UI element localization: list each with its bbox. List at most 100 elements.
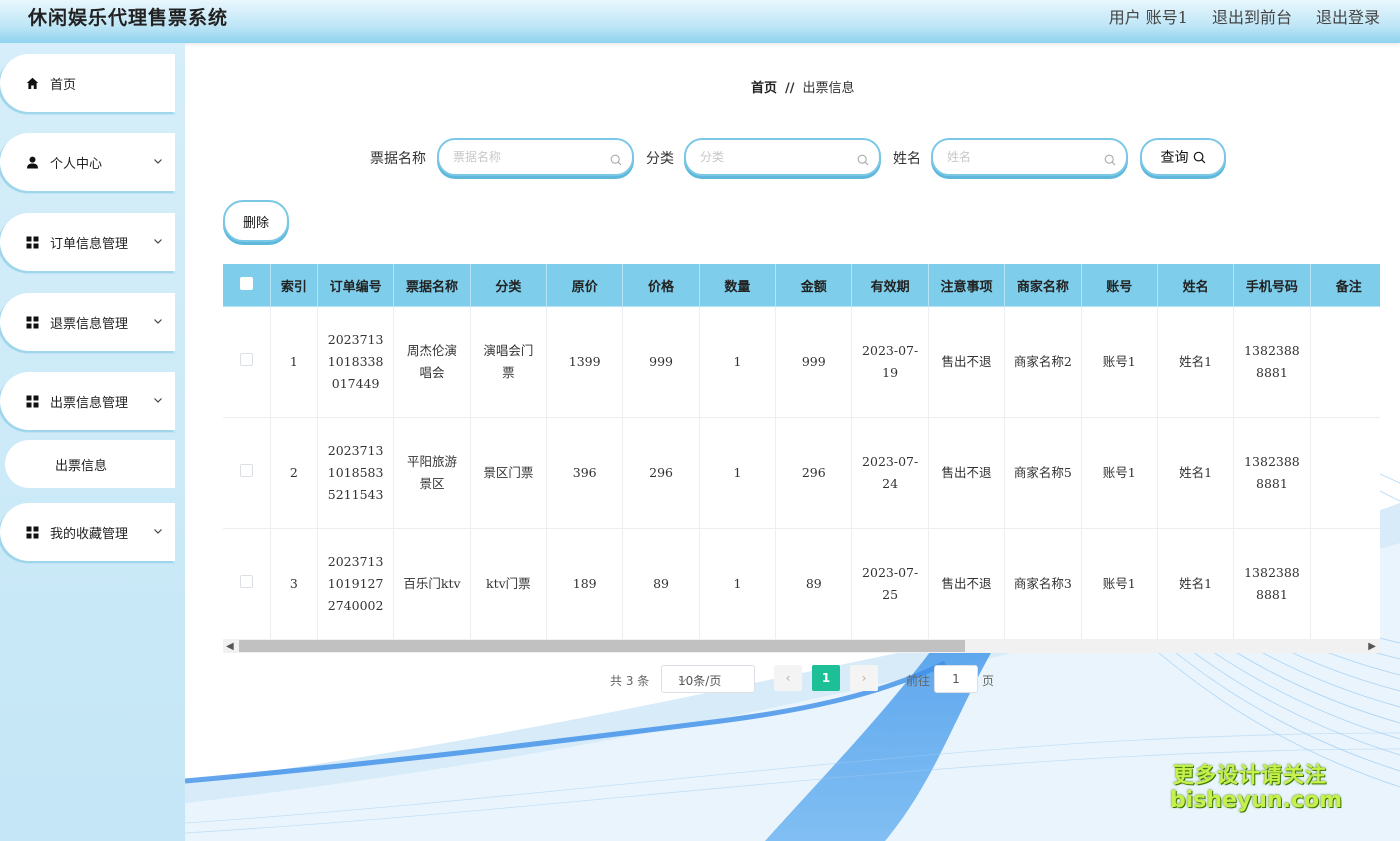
search-icon (610, 151, 622, 166)
row-select-cell[interactable] (223, 306, 271, 418)
table-cell: 平阳旅游景区 (393, 417, 471, 529)
current-user[interactable]: 用户 账号1 (1109, 4, 1188, 28)
page-size-select[interactable]: 10条/页 (661, 665, 755, 693)
category-input[interactable] (698, 149, 852, 165)
pagination-total: 共 3 条 (610, 674, 650, 688)
row-checkbox[interactable] (239, 353, 253, 366)
table-cell: 姓名1 (1157, 528, 1235, 640)
search-bar: 票据名称 分类 姓名 查询 (185, 137, 1400, 177)
scrollbar-thumb[interactable] (239, 640, 965, 652)
table-cell: 商家名称2 (1004, 306, 1082, 418)
table-cell: 姓名1 (1157, 417, 1235, 529)
table-cell: 周杰伦演唱会 (393, 306, 471, 418)
scroll-right-icon[interactable]: ▶ (1368, 641, 1376, 652)
table-cell: 2 (270, 417, 318, 529)
table-cell: 2023-07-25 (851, 528, 929, 640)
select-all-cell[interactable] (223, 264, 271, 307)
table-cell: 商家名称3 (1004, 528, 1082, 640)
breadcrumb-home[interactable]: 首页 (751, 81, 777, 96)
sidebar-item-ticket-issue-management[interactable]: 出票信息管理 (0, 372, 175, 430)
table-cell: 999 (622, 306, 700, 418)
sidebar-subitem-ticket-info[interactable]: 出票信息 (5, 440, 175, 488)
search-icon (1104, 151, 1116, 166)
column-header: 原价 (546, 264, 624, 307)
table-cell (1310, 528, 1380, 640)
table-cell: ktv门票 (470, 528, 548, 640)
table-cell: 296 (622, 417, 700, 529)
select-all-checkbox[interactable] (239, 276, 253, 290)
watermark-line2: bisheyun.com (1170, 788, 1343, 813)
ticket-name-field[interactable] (437, 138, 634, 176)
column-header: 分类 (470, 264, 548, 307)
home-icon (26, 77, 39, 90)
query-button[interactable]: 查询 (1140, 138, 1226, 176)
name-label: 姓名 (893, 151, 921, 167)
row-select-cell[interactable] (223, 528, 271, 640)
query-button-label: 查询 (1160, 150, 1189, 166)
table-row[interactable]: 2 202371310185835211543 平阳旅游景区 景区门票 396 … (223, 417, 1380, 529)
sidebar-item-refund-management[interactable]: 退票信息管理 (0, 293, 175, 351)
row-select-cell[interactable] (223, 417, 271, 529)
prev-page-button[interactable]: ‹ (774, 665, 802, 691)
table-cell: 1 (699, 306, 777, 418)
scroll-left-icon[interactable]: ◀ (226, 641, 234, 652)
column-header: 账号 (1081, 264, 1158, 307)
search-icon (857, 151, 869, 166)
table-horizontal-scrollbar[interactable]: ◀ ▶ (223, 639, 1380, 653)
grid-icon (26, 316, 39, 329)
table-row[interactable]: 1 20237131018338017449 周杰伦演唱会 演唱会门票 1399… (223, 306, 1380, 418)
row-checkbox[interactable] (239, 575, 253, 588)
goto-page-input[interactable]: 1 (934, 665, 978, 693)
grid-icon (26, 395, 39, 408)
table-cell: 3 (270, 528, 318, 640)
row-checkbox[interactable] (239, 464, 253, 477)
category-label: 分类 (646, 151, 674, 167)
name-input[interactable] (945, 149, 1099, 165)
sidebar-item-label: 订单信息管理 (50, 236, 129, 252)
delete-button[interactable]: 删除 (223, 200, 289, 242)
table-cell: 20237131018338017449 (317, 306, 395, 418)
table-cell: 演唱会门票 (470, 306, 548, 418)
table-cell: 1 (270, 306, 318, 418)
sidebar-item-personal-center[interactable]: 个人中心 (0, 133, 175, 191)
breadcrumb-separator: // (785, 81, 795, 96)
goto-label: 前往 (906, 674, 931, 688)
column-header: 姓名 (1157, 264, 1235, 307)
logout-link[interactable]: 退出登录 (1316, 4, 1380, 28)
table-cell: 202371310185835211543 (317, 417, 395, 529)
header-actions: 用户 账号1 退出到前台 退出登录 (1109, 4, 1380, 28)
sidebar-item-home[interactable]: 首页 (0, 54, 175, 112)
table-cell: 账号1 (1081, 306, 1158, 418)
chevron-down-icon (153, 155, 163, 165)
category-field[interactable] (684, 138, 881, 176)
sidebar-subitem-label: 出票信息 (55, 458, 108, 474)
sidebar-item-favorites-management[interactable]: 我的收藏管理 (0, 503, 175, 561)
table-cell: 89 (775, 528, 853, 640)
name-field[interactable] (931, 138, 1128, 176)
next-page-button[interactable]: › (850, 665, 878, 691)
table-cell: 999 (775, 306, 853, 418)
table-cell: 1 (699, 528, 777, 640)
table-cell: 姓名1 (1157, 306, 1235, 418)
sidebar-item-label: 退票信息管理 (50, 316, 129, 332)
table-cell: 202371310191272740002 (317, 528, 395, 640)
breadcrumb-current: 出票信息 (802, 81, 855, 96)
column-header: 价格 (622, 264, 700, 307)
column-header: 商家名称 (1004, 264, 1082, 307)
back-to-front-link[interactable]: 退出到前台 (1212, 4, 1292, 28)
main-content: 首页 // 出票信息 票据名称 分类 姓名 查询 (185, 43, 1400, 841)
table-cell (1310, 306, 1380, 418)
grid-icon (26, 526, 39, 539)
page-number-current[interactable]: 1 (812, 665, 840, 691)
ticket-table-container: 索引 订单编号 票据名称 分类 原价 价格 数量 金额 有效期 注意事项 商家名… (223, 264, 1380, 654)
table-cell: 13823888881 (1233, 417, 1311, 529)
sidebar-item-order-management[interactable]: 订单信息管理 (0, 213, 175, 271)
table-row[interactable]: 3 202371310191272740002 百乐门ktv ktv门票 189… (223, 528, 1380, 640)
table-cell: 1399 (546, 306, 624, 418)
ticket-table: 索引 订单编号 票据名称 分类 原价 价格 数量 金额 有效期 注意事项 商家名… (223, 264, 1380, 640)
column-header: 有效期 (851, 264, 929, 307)
chevron-up-icon (153, 394, 163, 404)
page-suffix-label: 页 (982, 674, 995, 688)
ticket-name-input[interactable] (451, 149, 605, 165)
sidebar: 首页 个人中心 订单信息管理 退票信息管理 出票信息管理 出票信息 我的收藏管理 (0, 43, 185, 841)
